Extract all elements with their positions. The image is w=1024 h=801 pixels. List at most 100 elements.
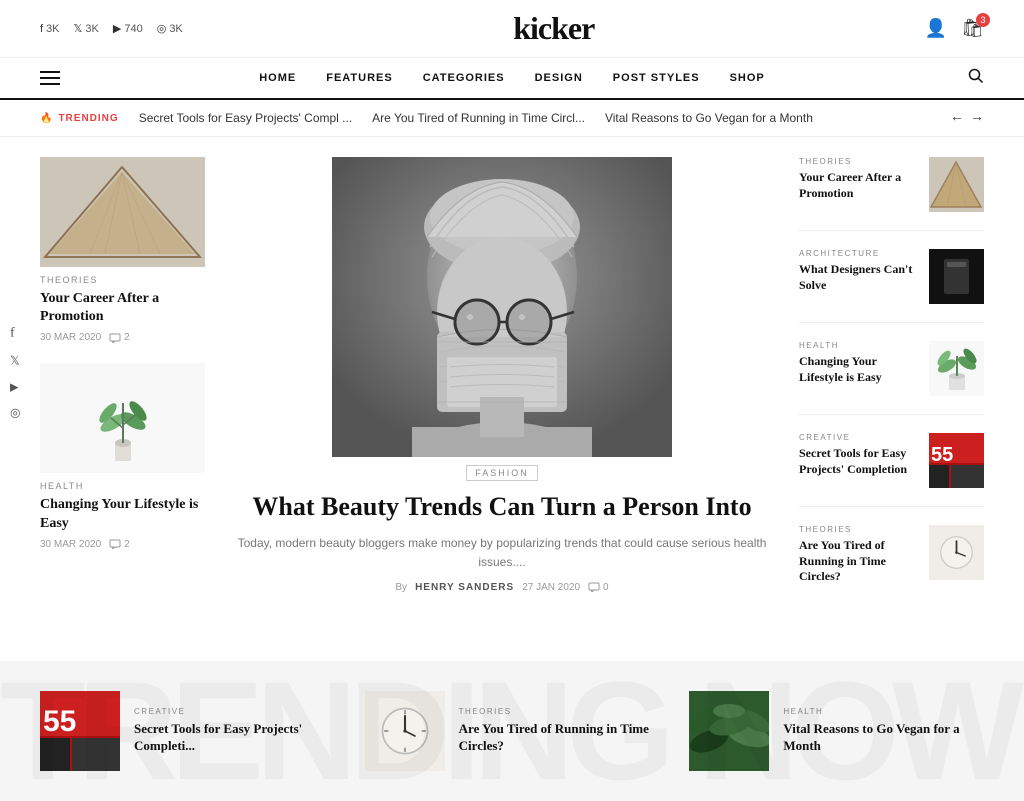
hamburger-menu[interactable] xyxy=(40,71,60,85)
by-label: By xyxy=(395,582,407,593)
nav-categories[interactable]: CATEGORIES xyxy=(423,72,505,84)
right-article-3: HEALTH Changing Your Lifestyle is Easy xyxy=(799,341,984,415)
search-button[interactable] xyxy=(968,68,984,89)
bottom-card-3-title[interactable]: Vital Reasons to Go Vegan for a Month xyxy=(783,721,984,755)
bottom-card-1-category: CREATIVE xyxy=(134,707,335,716)
featured-tag: FASHION xyxy=(466,465,538,481)
bottom-card-1: 55 CREATIVE Secret Tools for Easy Projec… xyxy=(40,691,335,771)
left-article-2-date: 30 MAR 2020 xyxy=(40,539,101,550)
right-article-3-title[interactable]: Changing Your Lifestyle is Easy xyxy=(799,354,919,385)
bottom-card-3-img[interactable] xyxy=(689,691,769,771)
right-article-4: CREATIVE Secret Tools for Easy Projects'… xyxy=(799,433,984,507)
nav-post-styles[interactable]: POST STYLES xyxy=(613,72,700,84)
cart-button[interactable]: 🛍 3 xyxy=(961,18,984,39)
left-article-1-comments: 2 xyxy=(109,332,130,343)
bottom-strip-grid: 55 CREATIVE Secret Tools for Easy Projec… xyxy=(40,691,984,771)
left-social-bar: f 𝕏 ▶ ◎ xyxy=(10,325,20,420)
right-article-5-category: THEORIES xyxy=(799,525,919,534)
left-article-2-img[interactable] xyxy=(40,363,205,473)
featured-title[interactable]: What Beauty Trends Can Turn a Person Int… xyxy=(225,491,779,524)
site-logo[interactable]: kicker xyxy=(513,10,594,47)
user-icon[interactable]: 👤 xyxy=(925,18,947,39)
trending-items: Secret Tools for Easy Projects' Compl ..… xyxy=(139,111,930,125)
right-article-5-img[interactable] xyxy=(929,525,984,580)
right-article-5: THEORIES Are You Tired of Running in Tim… xyxy=(799,525,984,603)
facebook-count[interactable]: f 3K xyxy=(40,23,60,35)
left-column: THEORIES Your Career After a Promotion 3… xyxy=(40,157,205,621)
top-bar: f 3K 𝕏 3K ▶ 740 ◎ 3K kicker 👤 🛍 3 xyxy=(0,0,1024,58)
youtube-count[interactable]: ▶ 740 xyxy=(113,22,143,35)
left-facebook-icon[interactable]: f xyxy=(10,325,20,341)
svg-text:55: 55 xyxy=(931,444,953,466)
bottom-card-3: HEALTH Vital Reasons to Go Vegan for a M… xyxy=(689,691,984,771)
nav-bar: HOME FEATURES CATEGORIES DESIGN POST STY… xyxy=(0,58,1024,100)
right-article-1: THEORIES Your Career After a Promotion xyxy=(799,157,984,231)
left-article-1-meta: 30 MAR 2020 2 xyxy=(40,332,205,343)
left-article-1-category: THEORIES xyxy=(40,275,205,285)
right-article-4-category: CREATIVE xyxy=(799,433,919,442)
nav-home[interactable]: HOME xyxy=(259,72,296,84)
nav-design[interactable]: DESIGN xyxy=(535,72,583,84)
twitter-count[interactable]: 𝕏 3K xyxy=(74,22,99,35)
left-youtube-icon[interactable]: ▶ xyxy=(10,380,20,393)
trending-item-2[interactable]: Are You Tired of Running in Time Circl..… xyxy=(372,111,585,125)
trending-item-1[interactable]: Secret Tools for Easy Projects' Compl ..… xyxy=(139,111,352,125)
right-article-5-title[interactable]: Are You Tired of Running in Time Circles… xyxy=(799,538,919,585)
trending-next[interactable]: → xyxy=(970,110,984,126)
right-article-3-category: HEALTH xyxy=(799,341,919,350)
right-article-4-img[interactable]: 55 xyxy=(929,433,984,488)
right-article-1-text: THEORIES Your Career After a Promotion xyxy=(799,157,919,201)
featured-caption: FASHION What Beauty Trends Can Turn a Pe… xyxy=(225,457,779,597)
featured-date: 27 JAN 2020 xyxy=(522,582,580,593)
top-icons: 👤 🛍 3 xyxy=(925,18,984,39)
right-article-2-title[interactable]: What Designers Can't Solve xyxy=(799,262,919,293)
left-twitter-icon[interactable]: 𝕏 xyxy=(10,353,20,368)
left-article-2-title[interactable]: Changing Your Lifestyle is Easy xyxy=(40,496,205,532)
nav-features[interactable]: FEATURES xyxy=(326,72,392,84)
trending-label: 🔥 TRENDING xyxy=(40,113,119,124)
bottom-card-3-category: HEALTH xyxy=(783,707,984,716)
right-article-2: ARCHITECTURE What Designers Can't Solve xyxy=(799,249,984,323)
right-article-3-img[interactable] xyxy=(929,341,984,396)
trending-prev[interactable]: ← xyxy=(950,110,964,126)
right-article-1-title[interactable]: Your Career After a Promotion xyxy=(799,170,919,201)
left-article-1-date: 30 MAR 2020 xyxy=(40,332,101,343)
bottom-card-1-img[interactable]: 55 xyxy=(40,691,120,771)
right-article-1-img[interactable] xyxy=(929,157,984,212)
youtube-count-label: 740 xyxy=(124,23,142,35)
right-article-2-text: ARCHITECTURE What Designers Can't Solve xyxy=(799,249,919,293)
instagram-icon: ◎ xyxy=(157,22,167,35)
left-article-1-title[interactable]: Your Career After a Promotion xyxy=(40,290,205,326)
bottom-card-2-title[interactable]: Are You Tired of Running in Time Circles… xyxy=(459,721,660,755)
featured-excerpt: Today, modern beauty bloggers make money… xyxy=(225,534,779,572)
instagram-count[interactable]: ◎ 3K xyxy=(157,22,183,35)
cart-badge: 3 xyxy=(976,13,990,27)
right-article-4-text: CREATIVE Secret Tools for Easy Projects'… xyxy=(799,433,919,477)
trending-nav: ← → xyxy=(950,110,984,126)
left-article-1-img[interactable] xyxy=(40,157,205,267)
left-article-2-category: HEALTH xyxy=(40,481,205,491)
featured-image[interactable] xyxy=(225,157,779,457)
featured-meta: By HENRY SANDERS 27 JAN 2020 0 xyxy=(225,582,779,593)
center-column: FASHION What Beauty Trends Can Turn a Pe… xyxy=(225,157,779,621)
right-article-3-text: HEALTH Changing Your Lifestyle is Easy xyxy=(799,341,919,385)
facebook-icon: f xyxy=(40,23,43,35)
featured-author[interactable]: HENRY SANDERS xyxy=(415,582,514,593)
featured-comments: 0 xyxy=(588,582,609,593)
right-article-4-title[interactable]: Secret Tools for Easy Projects' Completi… xyxy=(799,446,919,477)
triangle-image xyxy=(40,157,205,267)
twitter-count-label: 3K xyxy=(85,23,98,35)
left-article-1: THEORIES Your Career After a Promotion 3… xyxy=(40,157,205,343)
trending-bar: 🔥 TRENDING Secret Tools for Easy Project… xyxy=(0,100,1024,137)
bottom-card-1-title[interactable]: Secret Tools for Easy Projects' Completi… xyxy=(134,721,335,755)
left-article-2-comments: 2 xyxy=(109,539,130,550)
trending-item-3[interactable]: Vital Reasons to Go Vegan for a Month xyxy=(605,111,813,125)
fire-icon: 🔥 xyxy=(40,113,53,124)
left-instagram-icon[interactable]: ◎ xyxy=(10,405,20,420)
nav-shop[interactable]: SHOP xyxy=(730,72,765,84)
right-article-2-img[interactable] xyxy=(929,249,984,304)
bottom-card-2-img[interactable] xyxy=(365,691,445,771)
bottom-card-2: THEORIES Are You Tired of Running in Tim… xyxy=(365,691,660,771)
bottom-card-2-text: THEORIES Are You Tired of Running in Tim… xyxy=(459,707,660,755)
social-counts: f 3K 𝕏 3K ▶ 740 ◎ 3K xyxy=(40,22,183,35)
